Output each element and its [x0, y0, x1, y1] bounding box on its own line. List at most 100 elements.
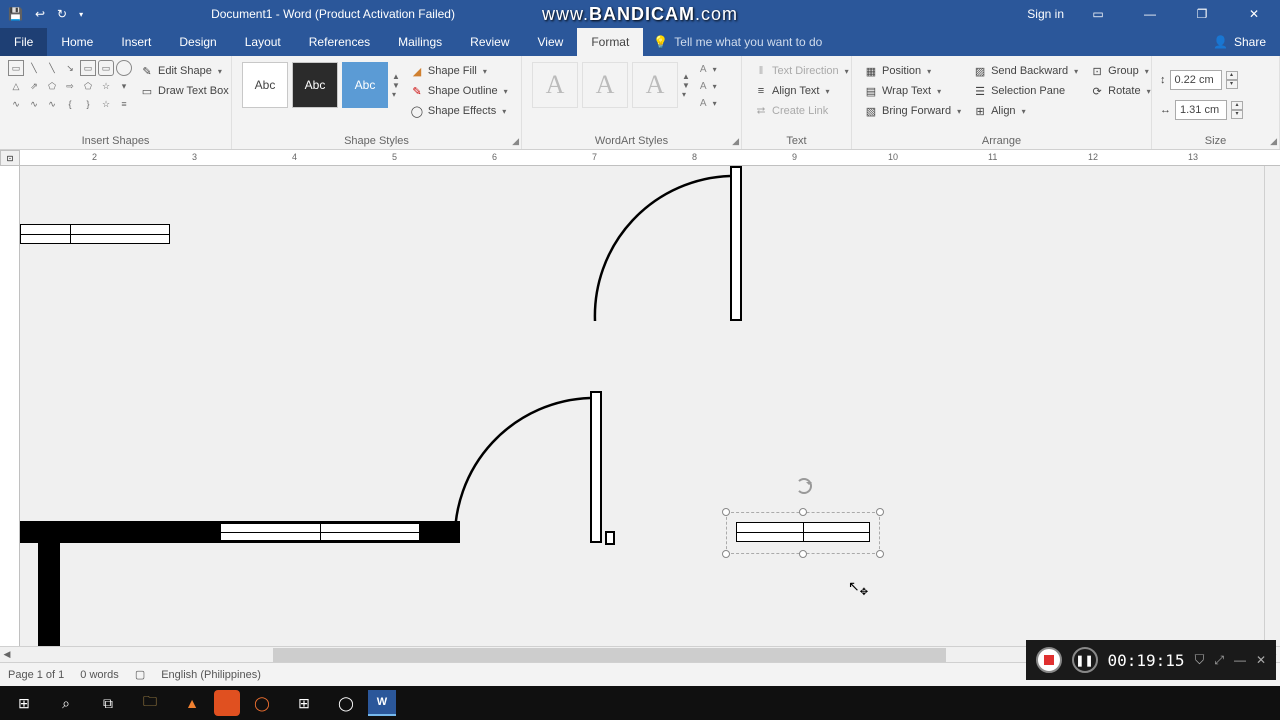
- draw-text-box-button[interactable]: ▭Draw Text Box: [136, 82, 233, 100]
- door-arc-1[interactable]: [590, 166, 750, 326]
- wrap-text-button[interactable]: ▤Wrap Text: [860, 82, 965, 100]
- bc-close-icon[interactable]: ✕: [1256, 653, 1266, 667]
- vertical-ruler[interactable]: [0, 166, 20, 646]
- tab-insert[interactable]: Insert: [107, 28, 165, 56]
- wall-vertical[interactable]: [38, 543, 60, 646]
- align-text-button[interactable]: ≡Align Text: [750, 82, 853, 100]
- screenshot-icon[interactable]: ⛉: [1195, 652, 1205, 668]
- bc-minimize-icon[interactable]: —: [1234, 653, 1246, 667]
- wordart-style-2[interactable]: A: [582, 62, 628, 108]
- shape-style-1[interactable]: Abc: [242, 62, 288, 108]
- vlc-icon[interactable]: ▲: [172, 688, 212, 718]
- start-button[interactable]: ⊞: [4, 688, 44, 718]
- handle-se[interactable]: [876, 550, 884, 558]
- edit-shape-button[interactable]: ✎Edit Shape: [136, 62, 233, 80]
- style-scroll-up[interactable]: ▲: [392, 72, 400, 81]
- wordart-style-1[interactable]: A: [532, 62, 578, 108]
- tab-file[interactable]: File: [0, 28, 47, 56]
- door-jamb-1[interactable]: [730, 166, 742, 321]
- tab-view[interactable]: View: [524, 28, 578, 56]
- tab-home[interactable]: Home: [47, 28, 107, 56]
- handle-sw[interactable]: [722, 550, 730, 558]
- size-launcher[interactable]: ◢: [1270, 136, 1277, 147]
- text-direction-button[interactable]: ‖Text Direction: [750, 62, 853, 80]
- handle-nw[interactable]: [722, 508, 730, 516]
- style-scroll-down[interactable]: ▼: [392, 81, 400, 90]
- tell-me-search[interactable]: 💡 Tell me what you want to do: [643, 35, 822, 49]
- sign-in-link[interactable]: Sign in: [1027, 7, 1064, 21]
- door-arc-2[interactable]: [450, 388, 610, 548]
- style-more[interactable]: ▾: [392, 90, 400, 99]
- handle-n[interactable]: [799, 508, 807, 516]
- wordart-style-3[interactable]: A: [632, 62, 678, 108]
- app-icon-orange[interactable]: [214, 690, 240, 716]
- selection-pane-button[interactable]: ☰Selection Pane: [969, 82, 1082, 100]
- word-taskbar-icon[interactable]: W: [368, 690, 396, 716]
- shape-styles-launcher[interactable]: ◢: [512, 136, 519, 147]
- window-shape-2[interactable]: [220, 523, 420, 541]
- shapes-gallery[interactable]: ▭╲╲↘▭▭ △⇗⬠⇨⬠☆▾ ∿∿∿{}☆≡: [8, 60, 132, 112]
- shape-style-3[interactable]: Abc: [342, 62, 388, 108]
- status-words[interactable]: 0 words: [80, 669, 119, 681]
- tab-review[interactable]: Review: [456, 28, 523, 56]
- close-button[interactable]: ✕: [1236, 0, 1272, 28]
- ruler-corner[interactable]: ⊡: [0, 150, 20, 166]
- handle-s[interactable]: [799, 550, 807, 558]
- align-button[interactable]: ⊞Align: [969, 102, 1082, 120]
- undo-icon[interactable]: ↩: [35, 7, 45, 21]
- rotate-button[interactable]: ⟳Rotate: [1086, 82, 1154, 100]
- redo-icon[interactable]: ↻: [57, 7, 67, 21]
- shape-width-input[interactable]: 1.31 cm: [1175, 100, 1227, 120]
- text-outline-button[interactable]: A: [696, 79, 721, 94]
- shape-fill-button[interactable]: ◢Shape Fill: [406, 62, 512, 80]
- share-button[interactable]: 👤 Share: [1199, 35, 1280, 49]
- tab-mailings[interactable]: Mailings: [384, 28, 456, 56]
- bring-forward-button[interactable]: ▧Bring Forward: [860, 102, 965, 120]
- group-button[interactable]: ⊡Group: [1086, 62, 1154, 80]
- status-language[interactable]: English (Philippines): [161, 669, 261, 681]
- position-button[interactable]: ▦Position: [860, 62, 965, 80]
- door-jamb-2[interactable]: [590, 391, 602, 543]
- pause-button[interactable]: ❚❚: [1072, 647, 1098, 673]
- shape-effects-button[interactable]: ◯Shape Effects: [406, 102, 512, 120]
- shape-style-2[interactable]: Abc: [292, 62, 338, 108]
- qat-customize-icon[interactable]: ▾: [79, 10, 83, 19]
- window-shape-1[interactable]: [20, 224, 170, 244]
- vertical-scrollbar[interactable]: [1264, 166, 1280, 646]
- record-button[interactable]: [1036, 647, 1062, 673]
- tab-format[interactable]: Format: [577, 28, 643, 56]
- tab-references[interactable]: References: [295, 28, 384, 56]
- task-view-icon[interactable]: ⧉: [88, 688, 128, 718]
- tab-design[interactable]: Design: [165, 28, 230, 56]
- ribbon-options-icon[interactable]: ▭: [1080, 0, 1116, 28]
- horizontal-ruler[interactable]: 2 3 4 5 6 7 8 9 10 11 12 13: [20, 150, 1280, 166]
- wall-cap[interactable]: [440, 521, 458, 543]
- search-icon[interactable]: ⌕: [46, 688, 86, 718]
- selected-window-shape[interactable]: [736, 522, 870, 542]
- page-canvas[interactable]: ↖✥: [20, 166, 1264, 646]
- status-page[interactable]: Page 1 of 1: [8, 669, 64, 681]
- text-fill-button[interactable]: A: [696, 62, 721, 77]
- text-effects-button[interactable]: A: [696, 96, 721, 111]
- store-icon[interactable]: ⊞: [284, 688, 324, 718]
- minimize-button[interactable]: —: [1132, 0, 1168, 28]
- text-box-icon: ▭: [140, 84, 154, 98]
- shape-height-input[interactable]: 0.22 cm: [1170, 70, 1222, 90]
- save-icon[interactable]: 💾: [8, 7, 23, 21]
- file-explorer-icon[interactable]: 🗀: [130, 688, 170, 718]
- wordart-launcher[interactable]: ◢: [732, 136, 739, 147]
- chrome-icon[interactable]: ◯: [326, 688, 366, 718]
- tab-layout[interactable]: Layout: [231, 28, 295, 56]
- shape-outline-button[interactable]: ✎Shape Outline: [406, 82, 512, 100]
- maximize-button[interactable]: ❐: [1184, 0, 1220, 28]
- door-stop[interactable]: [605, 531, 615, 545]
- send-backward-button[interactable]: ▨Send Backward: [969, 62, 1082, 80]
- firefox-icon[interactable]: ◯: [242, 688, 282, 718]
- group-wordart-styles: A A A ▲▼▾ A A A WordArt Styles ◢: [522, 56, 742, 149]
- bc-expand-icon[interactable]: ⤢: [1214, 653, 1224, 668]
- proofing-icon[interactable]: ▢: [135, 668, 145, 681]
- rotate-handle[interactable]: [796, 478, 812, 494]
- bandicam-bar: ❚❚ 00:19:15 ⛉ ⤢ — ✕: [1026, 640, 1277, 680]
- document-area: ↖✥ ◀▶: [0, 166, 1280, 662]
- handle-ne[interactable]: [876, 508, 884, 516]
